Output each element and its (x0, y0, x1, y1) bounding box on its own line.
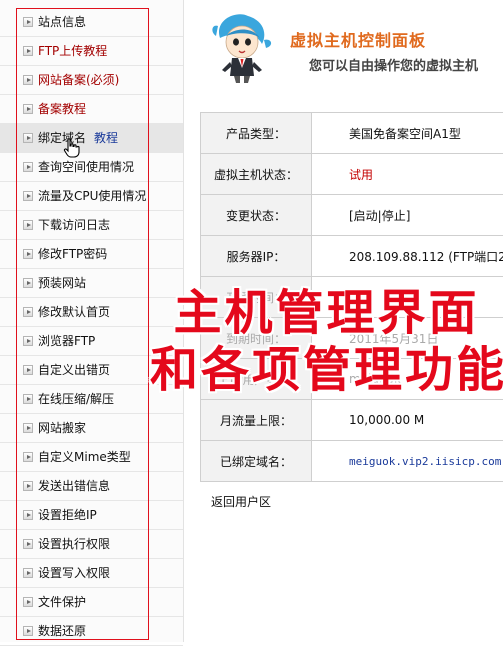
sidebar-item-send-error-info[interactable]: 发送出错信息 (0, 472, 183, 501)
bound-domain-link[interactable]: meiguok.vip2.iisicp.com (312, 441, 503, 482)
table-row: 服务器IP： 208.109.88.112 (FTP端口21) (201, 236, 503, 277)
sidebar-item-site-migration[interactable]: 网站搬家 (0, 414, 183, 443)
sidebar-item-custom-mime[interactable]: 自定义Mime类型 (0, 443, 183, 472)
table-row: 产品类型： 美国免备案空间A1型 (201, 113, 503, 154)
panel-subtitle: 您可以自由操作您的虚拟主机 (309, 55, 478, 74)
table-row: 已绑定域名： meiguok.vip2.iisicp.com (201, 441, 503, 482)
bullet-arrow-icon (23, 336, 33, 346)
panel-title: 虚拟主机控制面板 (290, 27, 426, 51)
table-row: 虚拟主机状态： 试用 (201, 154, 503, 195)
bullet-arrow-icon (23, 423, 33, 433)
bullet-arrow-icon (23, 75, 33, 85)
sidebar-item-filing-tutorial[interactable]: 备案教程 (0, 95, 183, 124)
server-ip-value: 208.109.88.112 (FTP端口21) (312, 236, 503, 277)
bullet-arrow-icon (23, 597, 33, 607)
sidebar-item-deny-ip[interactable]: 设置拒绝IP (0, 501, 183, 530)
host-status-value: 试用 (312, 154, 503, 195)
bullet-arrow-icon (23, 162, 33, 172)
overlay-caption-line2: 和各项管理功能 (150, 342, 503, 398)
field-label: 已绑定域名： (201, 441, 312, 482)
back-to-user-area-link[interactable]: 返回用户区 (211, 493, 271, 510)
bullet-arrow-icon (23, 365, 33, 375)
bullet-arrow-icon (23, 307, 33, 317)
sidebar-item-site-info[interactable]: 站点信息 (0, 8, 183, 37)
field-label: 服务器IP： (201, 236, 312, 277)
sidebar-item-traffic-cpu[interactable]: 流量及CPU使用情况 (0, 182, 183, 211)
bullet-arrow-icon (23, 220, 33, 230)
bullet-arrow-icon (23, 394, 33, 404)
field-label: 产品类型： (201, 113, 312, 154)
bullet-arrow-icon (23, 452, 33, 462)
sidebar-item-bind-domain[interactable]: 绑定域名教程 (0, 124, 183, 153)
bullet-arrow-icon (23, 539, 33, 549)
sidebar-item-download-logs[interactable]: 下载访问日志 (0, 211, 183, 240)
bullet-arrow-icon (23, 568, 33, 578)
bullet-arrow-icon (23, 104, 33, 114)
bullet-arrow-icon (23, 481, 33, 491)
sidebar-item-exec-permission[interactable]: 设置执行权限 (0, 530, 183, 559)
bullet-arrow-icon (23, 626, 33, 636)
field-label: 虚拟主机状态： (201, 154, 312, 195)
field-label: 月流量上限： (201, 400, 312, 441)
table-row: 变更状态： [启动|停止] (201, 195, 503, 236)
start-stop-toggle[interactable]: [启动|停止] (312, 195, 503, 236)
bullet-arrow-icon (23, 133, 33, 143)
bullet-arrow-icon (23, 17, 33, 27)
field-label: 变更状态： (201, 195, 312, 236)
sidebar-item-website-filing[interactable]: 网站备案(必须) (0, 66, 183, 95)
sidebar-item-space-usage[interactable]: 查询空间使用情况 (0, 153, 183, 182)
table-row: 月流量上限： 10,000.00 M (201, 400, 503, 441)
sidebar-item-file-protection[interactable]: 文件保护 (0, 588, 183, 617)
bullet-arrow-icon (23, 510, 33, 520)
bullet-arrow-icon (23, 249, 33, 259)
bullet-arrow-icon (23, 191, 33, 201)
bullet-arrow-icon (23, 278, 33, 288)
bind-domain-tutorial-link[interactable]: 教程 (94, 131, 118, 145)
monthly-traffic-limit-value: 10,000.00 M (312, 400, 503, 441)
bullet-arrow-icon (23, 46, 33, 56)
sidebar-item-change-ftp-password[interactable]: 修改FTP密码 (0, 240, 183, 269)
sidebar-item-write-permission[interactable]: 设置写入权限 (0, 559, 183, 588)
sidebar-item-ftp-upload-tutorial[interactable]: FTP上传教程 (0, 37, 183, 66)
overlay-caption-line1: 主机管理界面 (150, 285, 503, 341)
product-type-value: 美国免备案空间A1型 (312, 113, 503, 154)
mascot-illustration (206, 10, 280, 84)
